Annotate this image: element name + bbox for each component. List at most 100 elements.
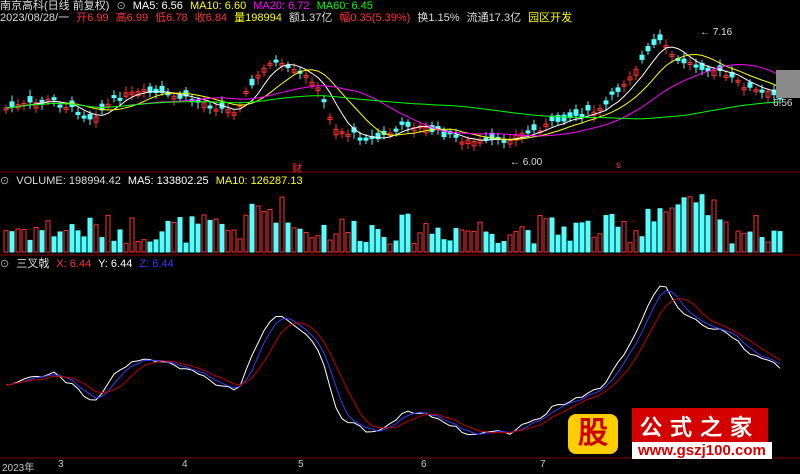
- volume-bar: [549, 217, 555, 253]
- volume-bar: [423, 223, 429, 253]
- candle: [759, 89, 765, 93]
- volume-bar: [717, 219, 723, 253]
- volume-bar: [201, 214, 207, 253]
- candle: [639, 54, 645, 60]
- volume-bar: [375, 229, 381, 253]
- volume-bar: [285, 222, 291, 253]
- volume-bar: [639, 236, 645, 253]
- volume-bar: [237, 238, 243, 253]
- volume-bar: [435, 227, 441, 253]
- watermark-title: 公式之家: [632, 408, 769, 444]
- candle: [27, 96, 33, 103]
- volume-bar: [429, 233, 435, 253]
- candle: [453, 134, 459, 138]
- volume-bar: [609, 213, 615, 253]
- chart-canvas[interactable]: [0, 0, 800, 470]
- candle: [57, 104, 63, 108]
- volume-bar: [327, 239, 333, 253]
- volume-header: ⊙ VOLUME: 198994.42 MA5: 133802.25 MA10:…: [0, 175, 307, 188]
- volume-bar: [663, 211, 669, 253]
- volume-bar: [87, 217, 93, 253]
- candle: [249, 78, 255, 86]
- x-tick: 4: [182, 459, 188, 470]
- volume-label: VOLUME: 198994.42: [16, 175, 121, 187]
- volume-bar: [477, 221, 483, 253]
- volume-bar: [351, 220, 357, 253]
- volume-bar: [531, 243, 537, 253]
- candle: [405, 121, 411, 127]
- volume-bar: [507, 234, 513, 253]
- volume-bar: [51, 236, 57, 253]
- volume-bar: [267, 208, 273, 253]
- volume-bar: [405, 213, 411, 253]
- candle: [603, 100, 609, 105]
- x-tick: 7: [540, 459, 546, 470]
- candle: [525, 130, 531, 134]
- volume-bar: [273, 222, 279, 253]
- volume-bar: [585, 220, 591, 253]
- volume-bar: [399, 214, 405, 253]
- volume-bar: [369, 225, 375, 253]
- volume-bar: [99, 237, 105, 253]
- price-last-label: 6.56: [773, 98, 793, 109]
- candle: [615, 87, 621, 92]
- current-price-box: [776, 70, 800, 98]
- volume-bar: [747, 231, 753, 253]
- s-marker: s: [616, 160, 621, 171]
- volume-bar: [165, 220, 171, 253]
- indicator-y: Y: 6.44: [98, 258, 133, 270]
- volume-bar: [171, 221, 177, 253]
- volume-bar: [753, 215, 759, 253]
- volume-bar: [357, 240, 363, 253]
- volume-bar: [135, 241, 141, 253]
- x-tick: 5: [298, 459, 304, 470]
- candle: [357, 137, 363, 141]
- volume-bar: [573, 222, 579, 253]
- volume-bar: [75, 230, 81, 253]
- volume-bar: [321, 224, 327, 253]
- candle: [207, 105, 213, 109]
- volume-bar: [771, 230, 777, 253]
- volume-bar: [303, 232, 309, 253]
- volume-bar: [339, 218, 345, 253]
- volume-ma5-label: MA5: 133802.25: [127, 175, 209, 187]
- candle: [273, 59, 279, 63]
- volume-bar: [471, 230, 477, 253]
- volume-bar: [117, 229, 123, 253]
- volume-bar: [525, 230, 531, 253]
- volume-bar: [591, 236, 597, 253]
- candle: [747, 82, 753, 88]
- volume-bar: [441, 239, 447, 253]
- volume-bar: [309, 237, 315, 253]
- volume-bar: [705, 215, 711, 253]
- candle: [9, 101, 15, 108]
- candle: [645, 46, 651, 52]
- volume-bar: [501, 240, 507, 253]
- volume-bar: [777, 231, 783, 253]
- candle: [501, 139, 507, 143]
- candle: [111, 95, 117, 99]
- volume-bar: [603, 215, 609, 253]
- indicator-settings-icon[interactable]: ⊙: [0, 258, 9, 270]
- finance-marker: 财: [292, 164, 302, 175]
- volume-bar: [207, 219, 213, 253]
- volume-bar: [579, 222, 585, 253]
- volume-settings-icon[interactable]: ⊙: [0, 175, 9, 187]
- volume-bar: [3, 230, 9, 253]
- volume-bar: [519, 226, 525, 253]
- price-max-label: ← 7.16: [700, 27, 733, 38]
- volume-bar: [345, 231, 351, 253]
- volume-bar: [561, 226, 567, 253]
- volume-bar: [27, 239, 33, 253]
- volume-bar: [123, 242, 129, 253]
- indicator-x: X: 6.44: [56, 258, 92, 270]
- indicator-z: Z: 6.44: [139, 258, 174, 270]
- watermark-url: www.gszj100.com: [632, 442, 772, 459]
- candle: [483, 137, 489, 141]
- volume-bar: [669, 207, 675, 253]
- candle: [579, 113, 585, 118]
- volume-bar: [33, 226, 39, 253]
- volume-bar: [411, 242, 417, 253]
- volume-bar: [63, 229, 69, 253]
- candle: [117, 97, 123, 101]
